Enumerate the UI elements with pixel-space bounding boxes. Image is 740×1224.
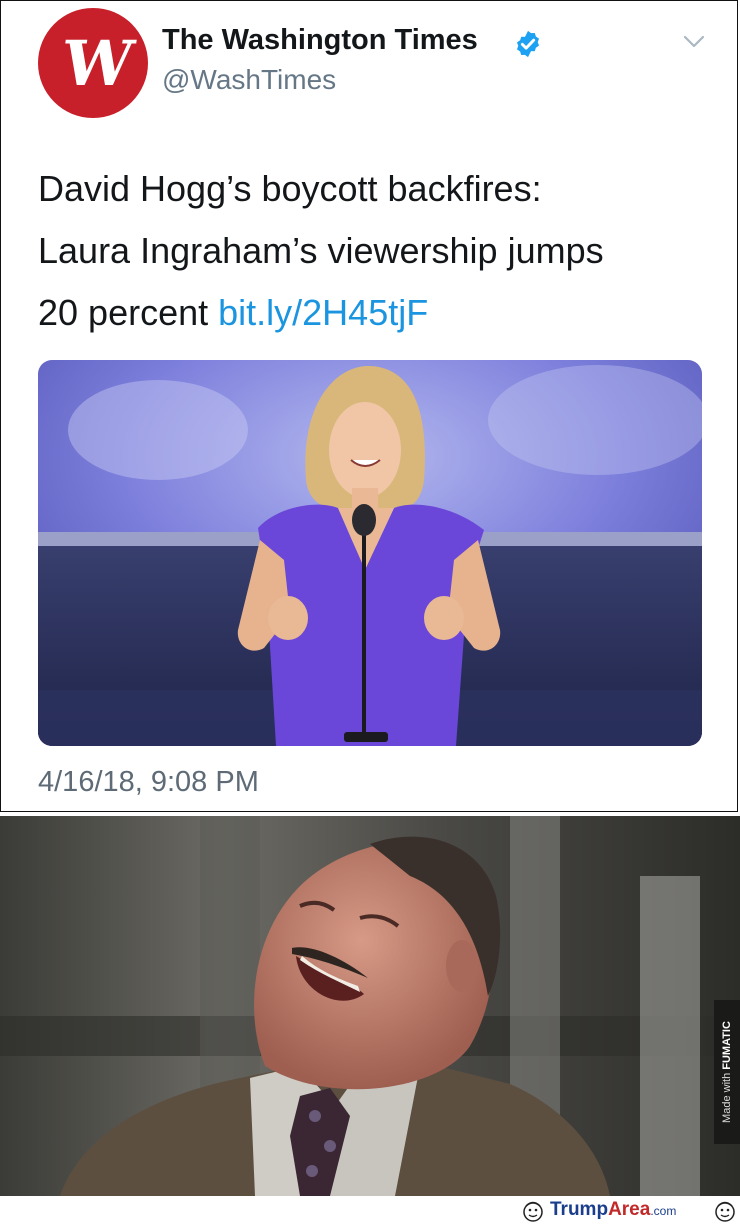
watermark-prefix: Made with: [721, 1072, 734, 1123]
site-watermark[interactable]: TrumpArea.com: [550, 1199, 676, 1221]
tweet-photo[interactable]: [38, 360, 702, 746]
tweet-line-text: 20 percent: [38, 292, 209, 333]
laughing-man-meme: [0, 816, 740, 1196]
site-suffix: .com: [650, 1204, 677, 1218]
tweet-text: David Hogg’s boycott backfires: Laura In…: [38, 158, 718, 344]
washington-times-logo: W: [58, 26, 128, 100]
avatar[interactable]: W: [38, 8, 148, 118]
tweet-line-with-link: 20 percent bit.ly/2H45tjF: [38, 282, 718, 344]
watermark-brand: FUMATIC: [721, 1021, 734, 1070]
cartoon-face-icon: [715, 1201, 735, 1222]
site-accent: Area: [608, 1199, 651, 1220]
speaker-on-stage-photo: [38, 360, 702, 746]
verified-badge-icon: [517, 30, 539, 58]
timestamp[interactable]: 4/16/18, 9:08 PM: [38, 766, 259, 799]
tweet-link[interactable]: bit.ly/2H45tjF: [218, 292, 428, 333]
laughing-man-photo: [0, 816, 740, 1196]
display-name[interactable]: The Washington Times: [162, 24, 478, 57]
tweet-line: Laura Ingraham’s viewership jumps: [38, 230, 604, 271]
fumatic-watermark: Made with FUMATIC: [714, 1000, 740, 1144]
site-main: Trump: [550, 1199, 609, 1220]
handle[interactable]: @WashTimes: [162, 64, 336, 96]
tweet-line: David Hogg’s boycott backfires:: [38, 168, 542, 209]
chevron-down-icon[interactable]: [682, 34, 706, 50]
cartoon-face-icon: [523, 1201, 543, 1222]
